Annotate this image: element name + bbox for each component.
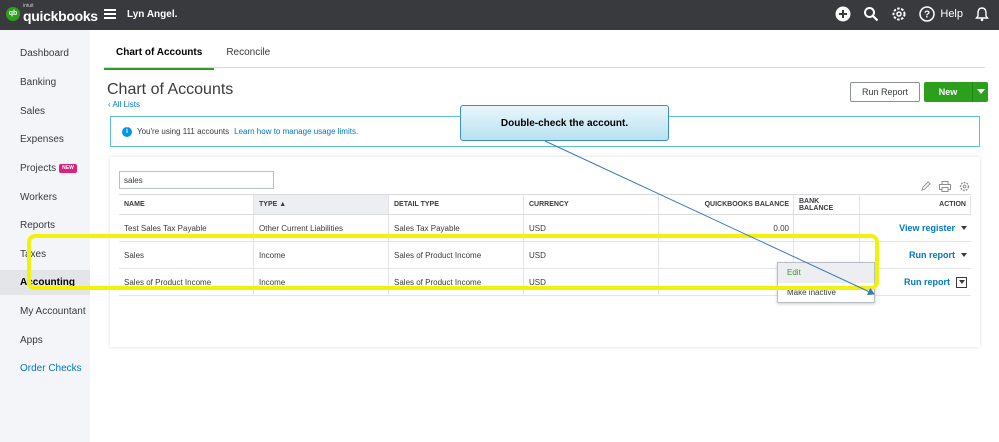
column-header-action: ACTION	[860, 195, 971, 214]
main-content: Chart of Accounts Reconcile Chart of Acc…	[90, 30, 999, 442]
action-dropdown-menu: Edit Make inactive	[777, 262, 875, 303]
chevron-down-icon[interactable]	[973, 89, 988, 95]
table-header-row: NAME TYPE ▲ DETAIL TYPE CURRENCY QUICKBO…	[119, 194, 971, 215]
cell-type: Income	[254, 269, 389, 295]
sidebar-item-projects[interactable]: Projects NEW	[0, 156, 90, 181]
search-icon[interactable]	[862, 5, 880, 23]
all-lists-link[interactable]: ‹ All Lists	[108, 100, 140, 109]
cell-name: Sales	[119, 242, 254, 268]
column-header-bank-balance[interactable]: BANK BALANCE	[794, 195, 860, 214]
cell-quickbooks-balance	[659, 242, 794, 268]
callout-note: Double-check the account.	[460, 105, 669, 141]
run-report-button[interactable]: Run Report	[850, 82, 920, 102]
action-dropdown-toggle[interactable]	[956, 276, 967, 288]
page-title: Chart of Accounts	[107, 81, 234, 98]
new-button-label: New	[938, 87, 958, 97]
cell-detail-type: Sales of Product Income	[389, 269, 524, 295]
chevron-down-icon[interactable]	[961, 226, 967, 230]
cell-action: View register	[860, 215, 971, 241]
cell-detail-type: Sales Tax Payable	[389, 215, 524, 241]
svg-text:?: ?	[924, 10, 930, 21]
table-row[interactable]: Test Sales Tax Payable Other Current Lia…	[119, 215, 971, 242]
tab-bar: Chart of Accounts Reconcile	[104, 42, 282, 70]
view-register-link[interactable]: View register	[899, 223, 955, 233]
cell-action: Run report	[860, 242, 971, 268]
cell-quickbooks-balance	[659, 269, 794, 295]
top-bar: qb intuit quickbooks Lyn Angel. ? Help	[0, 0, 999, 30]
column-header-detail-type[interactable]: DETAIL TYPE	[389, 195, 524, 214]
tab-divider	[104, 67, 985, 68]
cell-name: Test Sales Tax Payable	[119, 215, 254, 241]
column-header-name[interactable]: NAME	[119, 195, 254, 214]
all-lists-label: All Lists	[112, 100, 141, 109]
sidebar-item-dashboard[interactable]: Dashboard	[0, 41, 90, 66]
sidebar: Dashboard Banking Sales Expenses Project…	[0, 30, 90, 442]
cell-currency: USD	[524, 269, 659, 295]
cell-type: Income	[254, 242, 389, 268]
cell-bank-balance	[794, 215, 860, 241]
hamburger-menu-icon[interactable]	[104, 9, 116, 19]
help-icon[interactable]: ?	[918, 5, 936, 23]
cell-quickbooks-balance: 0.00	[659, 215, 794, 241]
menu-item-make-inactive[interactable]: Make inactive	[778, 283, 874, 303]
qb-logo-icon: qb	[6, 6, 20, 21]
sidebar-item-sales[interactable]: Sales	[0, 99, 90, 124]
column-header-type[interactable]: TYPE ▲	[254, 195, 389, 214]
column-header-quickbooks-balance[interactable]: QUICKBOOKS BALANCE	[659, 195, 794, 214]
usage-text: You're using 111 accounts	[137, 127, 230, 136]
cell-type: Other Current Liabilities	[254, 215, 389, 241]
sidebar-item-my-accountant[interactable]: My Accountant	[0, 299, 90, 324]
sidebar-item-order-checks[interactable]: Order Checks	[0, 356, 90, 381]
menu-item-edit[interactable]: Edit	[778, 263, 874, 283]
info-icon: i	[122, 126, 132, 137]
chevron-down-icon[interactable]	[961, 253, 967, 257]
cell-action: Run report	[860, 269, 971, 295]
sidebar-item-workers[interactable]: Workers	[0, 185, 90, 210]
usage-limits-link[interactable]: Learn how to manage usage limits.	[234, 127, 358, 136]
quickbooks-logo[interactable]: qb intuit quickbooks	[6, 4, 98, 23]
new-badge: NEW	[59, 163, 77, 173]
plus-icon[interactable]	[834, 5, 852, 23]
search-input[interactable]	[119, 171, 274, 189]
sidebar-item-reports[interactable]: Reports	[0, 213, 90, 238]
gear-icon[interactable]	[890, 5, 908, 23]
sidebar-item-accounting[interactable]: Accounting	[0, 270, 90, 295]
accounts-table-card: NAME TYPE ▲ DETAIL TYPE CURRENCY QUICKBO…	[110, 157, 980, 347]
new-button[interactable]: New	[924, 82, 988, 102]
cell-currency: USD	[524, 215, 659, 241]
cell-currency: USD	[524, 242, 659, 268]
run-report-link[interactable]: Run report	[909, 250, 955, 260]
sidebar-item-expenses[interactable]: Expenses	[0, 127, 90, 152]
help-label[interactable]: Help	[940, 8, 963, 20]
run-report-link[interactable]: Run report	[904, 277, 950, 287]
tab-chart-of-accounts[interactable]: Chart of Accounts	[104, 42, 215, 70]
logo-wordmark: quickbooks	[23, 8, 98, 24]
chevron-down-icon	[958, 280, 965, 284]
company-name[interactable]: Lyn Angel.	[127, 9, 177, 20]
sidebar-item-label: Projects	[20, 163, 57, 174]
cell-detail-type: Sales of Product Income	[389, 242, 524, 268]
sidebar-item-banking[interactable]: Banking	[0, 70, 90, 95]
sidebar-item-apps[interactable]: Apps	[0, 328, 90, 353]
column-header-currency[interactable]: CURRENCY	[524, 195, 659, 214]
tab-reconcile[interactable]: Reconcile	[214, 42, 282, 70]
bell-icon[interactable]	[973, 5, 991, 23]
sidebar-item-taxes[interactable]: Taxes	[0, 242, 90, 267]
cell-name: Sales of Product Income	[119, 269, 254, 295]
